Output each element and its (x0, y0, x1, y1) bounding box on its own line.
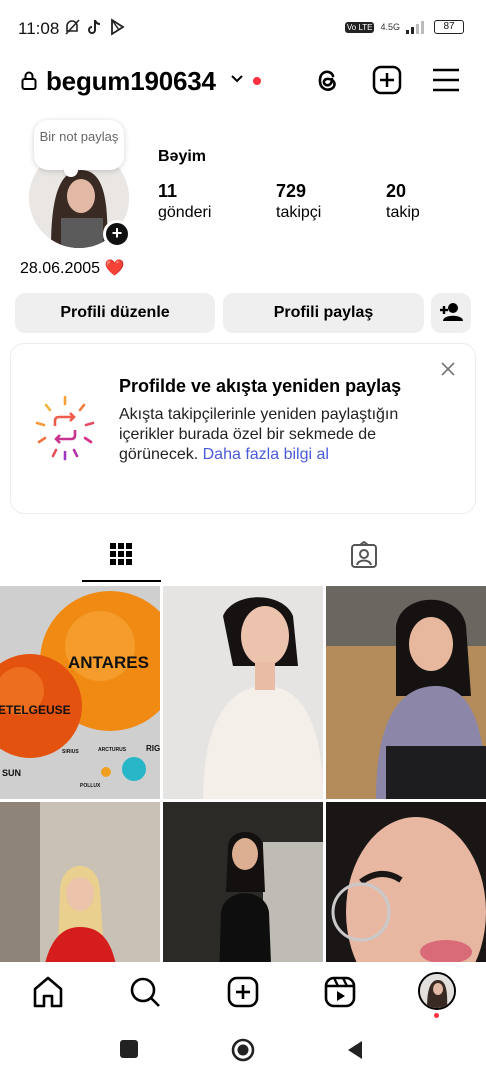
repost-card-title: Profilde ve akışta yeniden paylaş (119, 376, 402, 396)
post-thumbnail-3[interactable] (326, 586, 486, 799)
battery-indicator: 87 (434, 20, 464, 34)
profile-tab-avatar[interactable] (418, 972, 456, 1010)
add-story-button[interactable]: + (103, 220, 131, 248)
play-store-icon (110, 18, 127, 36)
share-profile-button[interactable]: Profili paylaş (223, 293, 424, 333)
stat-followers-count: 729 (276, 181, 307, 201)
stat-posts-count: 11 (158, 181, 178, 201)
post1-label-rigel: RIG (146, 744, 160, 753)
stat-following[interactable]: 20 takip (386, 181, 420, 222)
tab-posts-grid[interactable] (82, 528, 161, 584)
stat-posts-label: gönderi (158, 204, 212, 221)
repost-icon (35, 395, 95, 461)
learn-more-link[interactable]: Daha fazla bilgi al (203, 446, 329, 463)
status-notification-icons (64, 18, 127, 36)
post-thumbnail-4[interactable] (0, 802, 160, 962)
post1-label-betelgeuse: ETELGEUSE (0, 703, 71, 717)
repost-card-body: Akışta takipçilerinle yeniden paylaştığı… (119, 405, 449, 465)
status-time: 11:08 (18, 19, 60, 38)
search-icon[interactable] (127, 974, 163, 1010)
discover-people-button[interactable] (431, 293, 471, 333)
username-switcher[interactable]: begum190634 (46, 66, 216, 97)
share-note-bubble[interactable]: Bir not paylaş (34, 120, 124, 177)
post1-label-sirius: SIRIUS (62, 749, 79, 755)
active-tab-indicator (82, 580, 161, 582)
post1-label-sun: SUN (2, 768, 21, 778)
system-navigation-bar (0, 1024, 486, 1080)
reels-icon[interactable] (322, 974, 358, 1010)
home-icon[interactable] (30, 974, 66, 1010)
stat-followers-label: takipçi (276, 204, 322, 221)
close-icon[interactable] (441, 362, 455, 376)
stat-followers[interactable]: 729 takipçi (276, 181, 321, 222)
lock-icon (21, 71, 37, 90)
tab-tagged[interactable] (324, 528, 403, 584)
create-icon[interactable] (371, 64, 403, 96)
threads-icon[interactable] (311, 64, 343, 96)
bottom-navigation (0, 962, 486, 1024)
chevron-down-icon[interactable] (229, 71, 245, 87)
volte-badge: Vo LTE (344, 21, 375, 33)
stat-following-label: takip (386, 204, 420, 221)
grid-icon (110, 543, 132, 565)
back-icon[interactable] (346, 1040, 364, 1060)
profile-header: begum190634 (0, 58, 486, 106)
post1-label-pollux: POLLUX (80, 783, 101, 789)
profile-notification-dot (434, 1013, 439, 1018)
recent-apps-icon[interactable] (120, 1040, 138, 1058)
network-type: 4.5G (380, 22, 400, 32)
display-name: Bəyim (158, 148, 207, 165)
post1-label-arcturus: ARCTURUS (98, 747, 127, 753)
post-thumbnail-2[interactable] (163, 586, 323, 799)
add-person-icon (440, 303, 463, 321)
repost-info-card: Profilde ve akışta yeniden paylaş Akışta… (10, 343, 476, 514)
status-bar: 11:08 Vo LTE 4.5G 87 (0, 0, 486, 58)
profile-tabs (0, 528, 486, 584)
posts-grid: ANTARES ETELGEUSE SUN SIRIUS POLLUX ARCT… (0, 586, 486, 962)
stat-posts[interactable]: 11 gönderi (158, 181, 211, 222)
bio-text: 28.06.2005 ❤️ (20, 260, 125, 277)
post1-label-antares: ANTARES (68, 653, 149, 672)
mute-icon (64, 18, 81, 36)
create-post-icon[interactable] (225, 974, 261, 1010)
tagged-icon (351, 541, 377, 568)
home-button-icon[interactable] (231, 1038, 255, 1062)
post-thumbnail-5[interactable] (163, 802, 323, 962)
post-thumbnail-1[interactable]: ANTARES ETELGEUSE SUN SIRIUS POLLUX ARCT… (0, 586, 160, 799)
status-system-icons: Vo LTE 4.5G 87 (344, 20, 464, 34)
tiktok-icon (87, 18, 104, 36)
signal-icon (406, 21, 424, 34)
account-notification-dot (253, 77, 261, 85)
menu-icon[interactable] (430, 64, 462, 96)
edit-profile-button[interactable]: Profili düzenle (15, 293, 215, 333)
stat-following-count: 20 (386, 181, 407, 201)
post-thumbnail-6[interactable] (326, 802, 486, 962)
